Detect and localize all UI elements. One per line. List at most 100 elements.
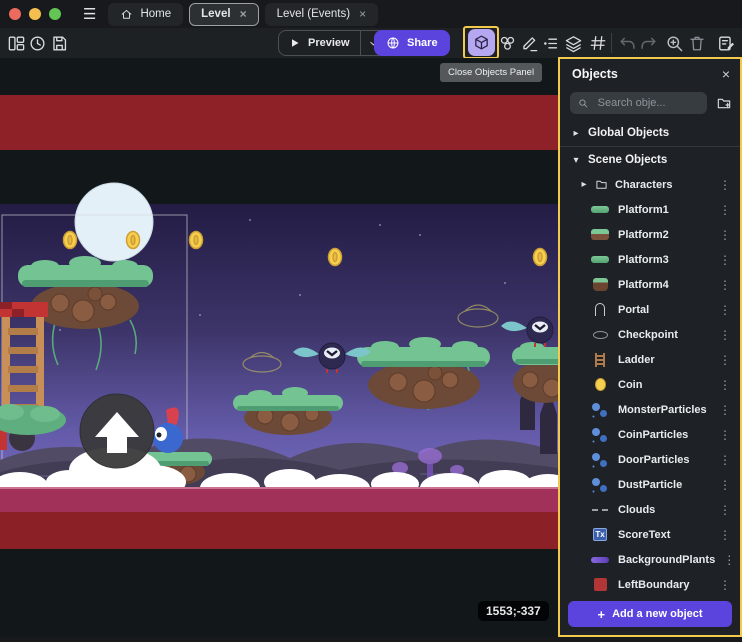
group-global-objects[interactable]: ▸ Global Objects: [560, 121, 740, 145]
object-label: ScoreText: [618, 529, 670, 541]
object-item-coin[interactable]: Coin ⋮: [560, 372, 740, 397]
close-tab-icon[interactable]: ×: [240, 7, 247, 21]
folder-icon: [595, 178, 608, 191]
object-item-scoretext[interactable]: Tx ScoreText ⋮: [560, 522, 740, 547]
object-label: LeftBoundary: [618, 579, 690, 591]
object-label: Platform2: [618, 229, 669, 241]
chevron-right-icon[interactable]: ▸: [572, 128, 580, 139]
tab-label: Level: [201, 8, 230, 20]
objects-panel-icon[interactable]: [468, 29, 495, 56]
item-menu-icon[interactable]: ⋮: [719, 278, 740, 292]
particles-thumbnail-icon: [590, 402, 610, 418]
object-item-backgroundplants[interactable]: BackgroundPlants ⋮: [560, 547, 740, 572]
object-item-checkpoint[interactable]: Checkpoint ⋮: [560, 322, 740, 347]
object-search-box[interactable]: [570, 92, 707, 114]
object-item-clouds[interactable]: Clouds ⋮: [560, 497, 740, 522]
item-menu-icon[interactable]: ⋮: [719, 203, 740, 217]
add-folder-icon[interactable]: [716, 95, 732, 111]
item-menu-icon[interactable]: ⋮: [719, 253, 740, 267]
item-menu-icon[interactable]: ⋮: [719, 478, 740, 492]
preview-button-main[interactable]: Preview: [279, 37, 360, 49]
tab-level[interactable]: Level ×: [189, 3, 258, 26]
coin-thumbnail-icon: [590, 377, 610, 393]
bottom-boundary-band: [0, 512, 558, 549]
toolbar: Preview Share: [0, 28, 742, 58]
object-label: Ladder: [618, 354, 655, 366]
object-item-platform1[interactable]: Platform1 ⋮: [560, 197, 740, 222]
item-menu-icon[interactable]: ⋮: [719, 303, 740, 317]
object-item-platform2[interactable]: Platform2 ⋮: [560, 222, 740, 247]
item-menu-icon[interactable]: ⋮: [719, 378, 740, 392]
tab-label: Home: [140, 8, 171, 20]
preview-button[interactable]: Preview: [278, 30, 387, 56]
object-label: Portal: [618, 304, 649, 316]
tab-home[interactable]: Home: [108, 3, 183, 26]
item-menu-icon[interactable]: ⋮: [719, 528, 740, 542]
object-item-monsterparticles[interactable]: MonsterParticles ⋮: [560, 397, 740, 422]
globe-icon: [386, 36, 400, 50]
titlebar: ☰ Home Level × Level (Events) ×: [0, 0, 742, 28]
scene-editor-canvas[interactable]: [0, 58, 558, 637]
plants-thumbnail-icon: [590, 552, 610, 568]
object-item-leftboundary[interactable]: LeftBoundary ⋮: [560, 572, 740, 595]
particles-thumbnail-icon: [590, 452, 610, 468]
chevron-right-icon[interactable]: ▸: [580, 179, 588, 190]
main-menu-icon[interactable]: ☰: [83, 7, 96, 22]
folder-label: Characters: [615, 179, 672, 191]
item-menu-icon[interactable]: ⋮: [719, 328, 740, 342]
item-menu-icon[interactable]: ⋮: [719, 403, 740, 417]
layers-icon[interactable]: [560, 30, 586, 56]
item-menu-icon[interactable]: ⋮: [719, 178, 740, 192]
object-label: BackgroundPlants: [618, 554, 715, 566]
cursor-coordinates-badge: 1553;-337: [478, 601, 549, 621]
moon-sprite[interactable]: [75, 183, 153, 261]
folder-characters[interactable]: ▸ Characters ⋮: [560, 172, 740, 197]
object-item-portal[interactable]: Portal ⋮: [560, 297, 740, 322]
search-input[interactable]: [596, 96, 699, 110]
particles-thumbnail-icon: [590, 427, 610, 443]
top-boundary-band: [0, 95, 558, 150]
delete-icon[interactable]: [684, 30, 710, 56]
jump-button-sprite[interactable]: [80, 394, 154, 468]
object-item-platform4[interactable]: Platform4 ⋮: [560, 272, 740, 297]
object-item-coinparticles[interactable]: CoinParticles ⋮: [560, 422, 740, 447]
item-menu-icon[interactable]: ⋮: [719, 353, 740, 367]
save-icon[interactable]: [46, 30, 72, 56]
chevron-down-icon[interactable]: ▾: [572, 155, 580, 166]
item-menu-icon[interactable]: ⋮: [719, 453, 740, 467]
object-label: Checkpoint: [618, 329, 678, 341]
tooltip: Close Objects Panel: [440, 63, 542, 82]
close-panel-icon[interactable]: ×: [722, 66, 730, 82]
object-label: Platform1: [618, 204, 669, 216]
close-window-button[interactable]: [9, 8, 21, 20]
item-menu-icon[interactable]: ⋮: [719, 503, 740, 517]
item-menu-icon[interactable]: ⋮: [719, 228, 740, 242]
add-new-object-label: Add a new object: [612, 608, 702, 620]
item-menu-icon[interactable]: ⋮: [723, 553, 740, 567]
object-item-ladder[interactable]: Ladder ⋮: [560, 347, 740, 372]
share-button[interactable]: Share: [374, 30, 450, 56]
objects-panel-header: Objects ×: [560, 59, 740, 87]
object-item-platform3[interactable]: Platform3 ⋮: [560, 247, 740, 272]
close-tab-icon[interactable]: ×: [359, 7, 366, 21]
dark-band: [0, 150, 558, 204]
group-scene-objects[interactable]: ▾ Scene Objects: [560, 148, 740, 172]
item-menu-icon[interactable]: ⋮: [719, 578, 740, 592]
platform-thumbnail-icon: [590, 252, 610, 268]
object-label: MonsterParticles: [618, 404, 707, 416]
scene-variables-icon[interactable]: [713, 30, 739, 56]
search-icon: [578, 97, 589, 110]
minimize-window-button[interactable]: [29, 8, 41, 20]
traffic-lights: [9, 8, 61, 20]
object-item-doorparticles[interactable]: DoorParticles ⋮: [560, 447, 740, 472]
maximize-window-button[interactable]: [49, 8, 61, 20]
add-new-object-button[interactable]: + Add a new object: [568, 601, 732, 627]
object-label: Platform4: [618, 279, 669, 291]
scene-render[interactable]: [0, 58, 558, 637]
platform-island-right[interactable]: [512, 342, 558, 403]
tab-level-events[interactable]: Level (Events) ×: [265, 3, 379, 26]
object-item-dustparticle[interactable]: DustParticle ⋮: [560, 472, 740, 497]
redo-icon[interactable]: [635, 30, 661, 56]
toggle-grid-icon[interactable]: [585, 30, 611, 56]
item-menu-icon[interactable]: ⋮: [719, 428, 740, 442]
